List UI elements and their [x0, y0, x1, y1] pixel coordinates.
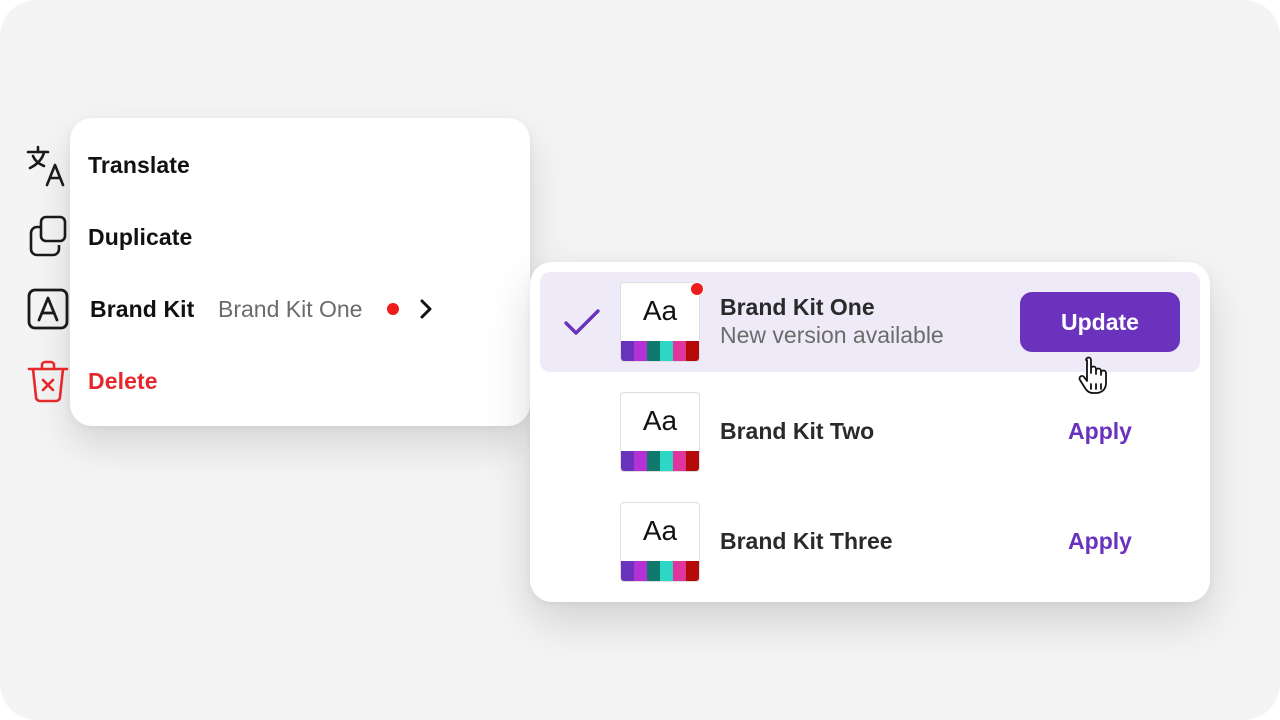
brand-kit-status: New version available	[720, 322, 944, 348]
brand-kit-name: Brand Kit Three	[720, 528, 893, 554]
brand-kit-icon	[26, 287, 70, 331]
swatch	[686, 341, 699, 361]
menu-item-duplicate[interactable]: Duplicate	[0, 207, 1280, 267]
thumbnail-text: Aa	[642, 515, 678, 546]
menu-item-label: Duplicate	[88, 223, 193, 250]
swatch	[673, 451, 686, 471]
brand-kit-name: Brand Kit Two	[720, 418, 875, 444]
brand-kit-thumbnail: Aa	[620, 282, 700, 362]
swatch	[647, 341, 660, 361]
swatch	[634, 451, 647, 471]
translate-icon	[26, 143, 70, 187]
swatch	[621, 561, 634, 581]
swatch	[647, 561, 660, 581]
menu-item-label: Translate	[88, 151, 190, 178]
swatch	[686, 451, 699, 471]
brand-kit-thumbnail: Aa	[620, 502, 700, 582]
swatch	[686, 561, 699, 581]
selected-brand-kit-value: Brand Kit One	[218, 295, 363, 322]
swatch	[634, 561, 647, 581]
brand-kit-row[interactable]: Aa Brand Kit Two Apply	[540, 382, 1200, 482]
swatch	[673, 561, 686, 581]
brand-kit-name: Brand Kit One	[720, 294, 875, 320]
hand-cursor-icon	[1077, 356, 1113, 396]
thumbnail-text: Aa	[642, 405, 678, 436]
color-swatches	[621, 561, 699, 581]
swatch	[660, 451, 673, 471]
apply-button[interactable]: Apply	[1020, 528, 1180, 555]
chevron-right-icon	[416, 297, 436, 321]
apply-button[interactable]: Apply	[1020, 418, 1180, 445]
swatch	[621, 341, 634, 361]
update-indicator-dot	[387, 303, 399, 315]
menu-item-label: Delete	[88, 367, 158, 394]
color-swatches	[621, 451, 699, 471]
duplicate-icon	[26, 215, 70, 259]
swatch	[660, 561, 673, 581]
color-swatches	[621, 341, 699, 361]
trash-icon	[26, 359, 70, 403]
thumbnail-text: Aa	[642, 295, 678, 326]
swatch	[673, 341, 686, 361]
brand-kit-thumbnail: Aa	[620, 392, 700, 472]
menu-item-label: Brand Kit	[90, 295, 195, 322]
menu-item-translate[interactable]: Translate	[0, 135, 1280, 195]
checkmark-icon	[562, 306, 602, 338]
swatch	[660, 341, 673, 361]
update-indicator-dot	[690, 282, 704, 296]
swatch	[634, 341, 647, 361]
update-button[interactable]: Update	[1020, 292, 1180, 352]
swatch	[621, 451, 634, 471]
swatch	[647, 451, 660, 471]
brand-kit-row[interactable]: Aa Brand Kit Three Apply	[540, 492, 1200, 592]
